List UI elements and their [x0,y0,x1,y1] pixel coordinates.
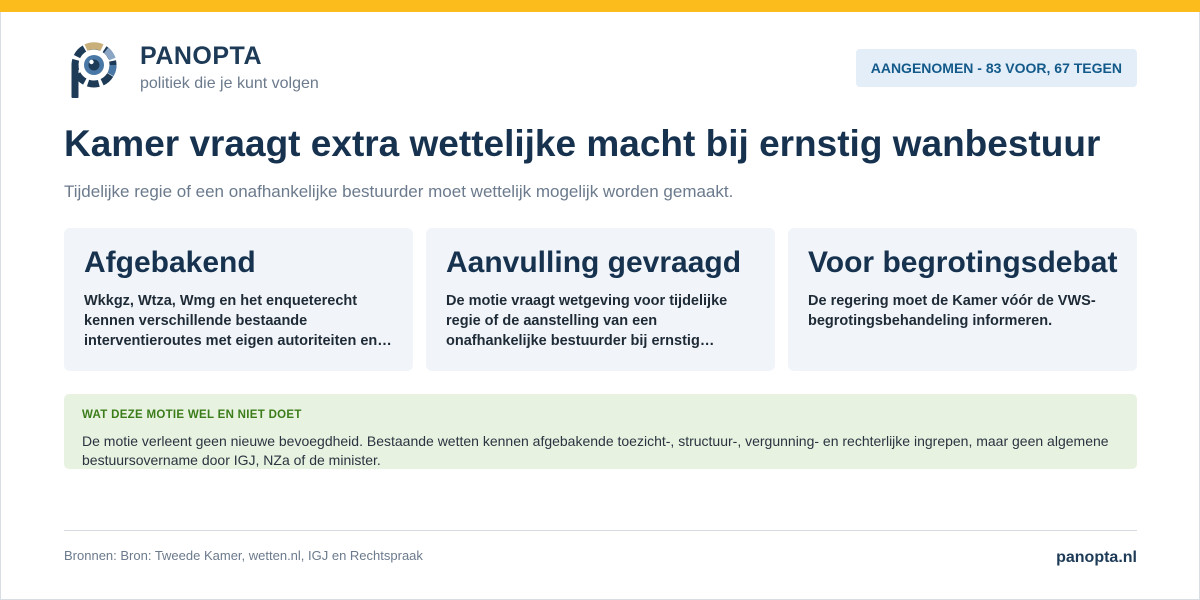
info-card-text: De regering moet de Kamer vóór de VWS-be… [808,293,1096,329]
page-title: Kamer vraagt extra wettelijke macht bij … [64,123,1101,164]
info-card-text: Wkkgz, Wtza, Wmg en het enqueterecht ken… [84,293,378,349]
info-card-afgebakend: Afgebakend Wkkgz, Wtza, Wmg en het enque… [64,228,413,371]
site-domain: panopta.nl [1056,549,1137,566]
vote-status-badge: AANGENOMEN - 83 VOOR, 67 TEGEN [855,49,1137,87]
brand-name: PANOPTA [140,42,263,70]
info-card-title: Aanvulling gevraagd [446,246,742,279]
sources-text: Bronnen: Bron: Tweede Kamer, wetten.nl, … [64,548,423,563]
page-subtitle: Tijdelijke regie of een onafhankelijke b… [64,182,734,201]
info-card-text: De motie vraagt wetgeving voor tijdelijk… [446,293,728,349]
note-text: De motie verleent geen nieuwe bevoegdhei… [82,433,1109,468]
footer-divider [64,530,1137,531]
info-card-begrotingsdebat: Voor begrotingsdebat De regering moet de… [788,228,1137,371]
note-label: WAT DEZE MOTIE WEL EN NIET DOET [82,409,302,421]
eye-p-logo-icon [68,40,122,100]
info-card-title: Afgebakend [84,246,256,279]
info-card-title: Voor begrotingsdebat [808,246,1118,279]
brand-block: PANOPTA politiek die je kunt volgen [140,42,319,93]
info-card-aanvulling: Aanvulling gevraagd De motie vraagt wetg… [426,228,775,371]
motion-scope-note: WAT DEZE MOTIE WEL EN NIET DOET De motie… [64,394,1137,469]
accent-top-bar [0,0,1200,12]
brand-tagline: politiek die je kunt volgen [140,75,319,92]
